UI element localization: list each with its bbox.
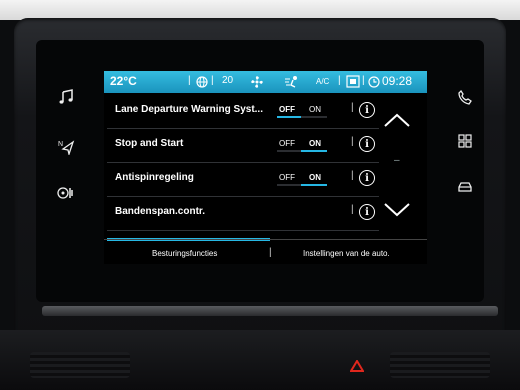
climate-icon[interactable] <box>55 182 77 204</box>
airflow-icon[interactable] <box>284 75 300 89</box>
toggle-off-label[interactable]: OFF <box>279 105 295 114</box>
tab-separator: | <box>269 247 272 258</box>
setting-label: Bandenspan.contr. <box>115 206 206 217</box>
ac-label[interactable]: A/C <box>316 77 329 86</box>
toggle-on-label[interactable]: ON <box>309 139 321 148</box>
touchscreen: 22°C | | 20 A/C | | 09:28 Lane Departure… <box>104 71 427 264</box>
hazard-button[interactable] <box>350 360 364 372</box>
toggle-track <box>277 150 301 152</box>
lane-departure-toggle[interactable]: OFF ON <box>275 103 327 119</box>
dashboard-top <box>0 0 520 20</box>
setting-row-stop-start[interactable]: Stop and Start OFF ON | i <box>107 128 379 163</box>
temperature-readout[interactable]: 22°C <box>110 74 137 88</box>
separator: | <box>351 136 354 147</box>
info-icon[interactable]: i <box>359 204 375 220</box>
car-icon[interactable] <box>454 176 476 198</box>
toggle-off-label[interactable]: OFF <box>279 139 295 148</box>
status-bar: 22°C | | 20 A/C | | 09:28 <box>104 71 427 93</box>
setting-row-traction-control[interactable]: Antispinregeling OFF ON | i <box>107 162 379 197</box>
traction-control-toggle[interactable]: OFF ON <box>275 171 327 187</box>
tab-bar: Besturingsfuncties | Instellingen van de… <box>104 239 427 264</box>
right-vent <box>390 352 490 378</box>
navigation-icon[interactable]: N <box>55 136 77 158</box>
fan-icon[interactable] <box>250 75 264 89</box>
toggle-track <box>301 116 327 118</box>
toggle-selected-bar <box>301 184 327 186</box>
setting-label: Antispinregeling <box>115 172 194 183</box>
clock-time: 09:28 <box>382 74 413 88</box>
phone-icon[interactable] <box>454 86 476 108</box>
toggle-selected-bar <box>301 150 327 152</box>
tab-vehicle-settings[interactable]: Instellingen van de auto. <box>303 249 390 258</box>
stop-start-toggle[interactable]: OFF ON <box>275 137 327 153</box>
clock-icon <box>368 76 380 88</box>
globe-icon <box>196 76 208 88</box>
separator: | <box>351 204 354 215</box>
setting-row-lane-departure[interactable]: Lane Departure Warning Syst... OFF ON | … <box>107 94 379 129</box>
info-icon[interactable]: i <box>359 170 375 186</box>
setting-label: Stop and Start <box>115 138 184 149</box>
separator: | <box>338 75 341 86</box>
separator: | <box>351 102 354 113</box>
separator: | <box>362 75 365 86</box>
separator: | <box>351 170 354 181</box>
tab-driving-functions[interactable]: Besturingsfuncties <box>152 249 217 258</box>
setting-label: Lane Departure Warning Syst... <box>115 104 263 115</box>
toggle-off-label[interactable]: OFF <box>279 173 295 182</box>
separator: | <box>211 75 214 86</box>
setting-row-tire-pressure[interactable]: Bandenspan.contr. | i <box>107 196 379 231</box>
chrome-trim <box>42 306 498 316</box>
left-vent <box>30 352 130 378</box>
toggle-track <box>277 184 301 186</box>
svg-text:N: N <box>58 141 63 148</box>
toggle-on-label[interactable]: ON <box>309 105 321 114</box>
display-icon[interactable] <box>346 75 360 88</box>
info-icon[interactable]: i <box>359 102 375 118</box>
info-icon[interactable]: i <box>359 136 375 152</box>
scroll-up-icon[interactable] <box>382 111 412 131</box>
separator: | <box>188 75 191 86</box>
scroll-position-mark: – <box>394 155 400 166</box>
toggle-on-label[interactable]: ON <box>309 173 321 182</box>
music-icon[interactable] <box>55 86 77 108</box>
scroll-down-icon[interactable] <box>382 199 412 219</box>
toggle-selected-bar <box>277 116 301 118</box>
fan-level[interactable]: 20 <box>222 75 233 86</box>
apps-icon[interactable] <box>454 130 476 152</box>
